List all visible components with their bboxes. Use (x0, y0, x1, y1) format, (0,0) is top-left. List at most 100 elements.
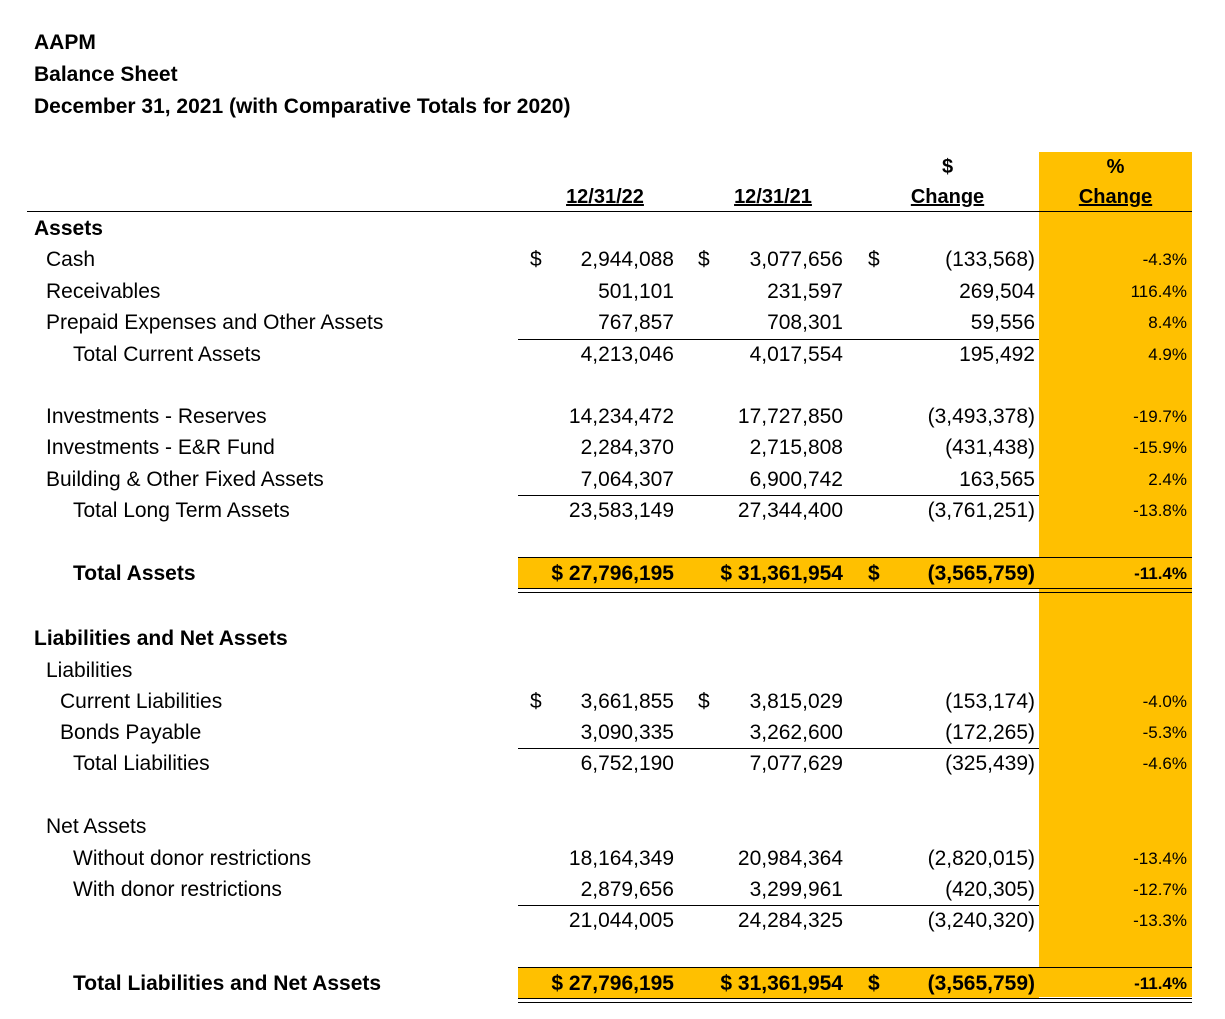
value-percent-change: -4.0% (1142, 692, 1187, 711)
value-1222: 3,090,335 (580, 721, 674, 744)
value-1221: 6,900,742 (749, 468, 843, 491)
section-assets: Assets (0, 213, 1225, 244)
value-1221: $ 31,361,954 (720, 972, 843, 995)
col-header-dollar-symbol: $ (941, 156, 954, 178)
value-dollar-change: (3,565,759) (927, 972, 1035, 995)
dollar-sign: $ (530, 248, 542, 271)
row-label: Total Liabilities (73, 752, 210, 775)
header-rule (27, 211, 1192, 212)
value-dollar-change: (133,568) (945, 248, 1035, 271)
report-subtitle: December 31, 2021 (with Comparative Tota… (34, 95, 571, 118)
row-building-fixed-assets: Building & Other Fixed Assets 7,064,307 … (0, 464, 1225, 495)
value-dollar-change: (3,493,378) (927, 405, 1035, 428)
dollar-sign: $ (868, 248, 880, 271)
value-percent-change: -13.8% (1133, 501, 1187, 520)
row-label: Prepaid Expenses and Other Assets (46, 311, 384, 334)
value-percent-change: -5.3% (1142, 723, 1187, 742)
section-label: Assets (34, 217, 103, 240)
row-investments-reserves: Investments - Reserves 14,234,472 17,727… (0, 401, 1225, 432)
row-total-liabilities: Total Liabilities 6,752,190 7,077,629 (3… (0, 748, 1225, 779)
section-label: Liabilities and Net Assets (34, 627, 288, 650)
value-1222: 2,944,088 (580, 248, 674, 271)
value-1222: 2,879,656 (580, 878, 674, 901)
value-1221: 24,284,325 (737, 909, 843, 932)
row-total-liab-net-assets: Total Liabilities and Net Assets $ 27,79… (0, 968, 1225, 999)
company-name: AAPM (34, 31, 96, 54)
value-percent-change: -19.7% (1133, 407, 1187, 426)
value-1222: 4,213,046 (580, 343, 674, 366)
value-1221: 3,262,600 (749, 721, 843, 744)
row-net-assets-total: 21,044,005 24,284,325 (3,240,320) -13.3% (0, 905, 1225, 936)
row-total-current-assets: Total Current Assets 4,213,046 4,017,554… (0, 339, 1225, 370)
value-1222: $ 27,796,195 (551, 972, 674, 995)
value-dollar-change: (3,761,251) (927, 499, 1035, 522)
value-percent-change: -12.7% (1133, 880, 1187, 899)
row-receivables: Receivables 501,101 231,597 269,504 116.… (0, 276, 1225, 307)
value-1222: 501,101 (598, 280, 674, 303)
value-percent-change: -11.4% (1134, 974, 1187, 993)
value-percent-change: -4.6% (1142, 754, 1187, 773)
value-dollar-change: (325,439) (945, 752, 1035, 775)
row-prepaid: Prepaid Expenses and Other Assets 767,85… (0, 307, 1225, 338)
value-1221: 17,727,850 (737, 405, 843, 428)
row-label: With donor restrictions (73, 878, 282, 901)
value-1221: 7,077,629 (749, 752, 843, 775)
value-dollar-change: (3,240,320) (927, 909, 1035, 932)
value-dollar-change: (3,565,759) (927, 562, 1035, 585)
value-percent-change: 8.4% (1148, 313, 1187, 332)
row-label: Investments - E&R Fund (46, 436, 275, 459)
value-1221: 3,299,961 (749, 878, 843, 901)
value-1222: 6,752,190 (580, 752, 674, 775)
row-total-long-term-assets: Total Long Term Assets 23,583,149 27,344… (0, 495, 1225, 526)
row-investments-er-fund: Investments - E&R Fund 2,284,370 2,715,8… (0, 432, 1225, 463)
value-1221: 3,815,029 (749, 690, 843, 713)
value-1222: 14,234,472 (568, 405, 674, 428)
value-1222: 18,164,349 (568, 847, 674, 870)
value-1221: 27,344,400 (737, 499, 843, 522)
value-dollar-change: 269,504 (959, 280, 1035, 303)
col-header-percent-symbol: % (1106, 156, 1125, 178)
value-1222: 23,583,149 (568, 499, 674, 522)
section-liab-net-assets: Liabilities and Net Assets (0, 623, 1225, 654)
value-1222: 3,661,855 (580, 690, 674, 713)
value-1222: 2,284,370 (580, 436, 674, 459)
value-dollar-change: 59,556 (970, 311, 1035, 334)
col-header-dollar-change: Change (910, 186, 985, 208)
report-title: Balance Sheet (34, 63, 178, 86)
row-label: Without donor restrictions (73, 847, 312, 870)
row-current-liabilities: Current Liabilities $ 3,661,855 $ 3,815,… (0, 686, 1225, 717)
row-bonds-payable: Bonds Payable 3,090,335 3,262,600 (172,2… (0, 717, 1225, 748)
value-1222: $ 27,796,195 (551, 562, 674, 585)
row-label: Cash (46, 248, 96, 271)
subsection-label: Net Assets (46, 815, 147, 838)
value-1222: 767,857 (598, 311, 674, 334)
value-1221: 708,301 (767, 311, 843, 334)
value-dollar-change: (172,265) (945, 721, 1035, 744)
col-header-1222: 12/31/22 (566, 186, 644, 208)
row-label: Building & Other Fixed Assets (46, 468, 324, 491)
value-1221: 4,017,554 (749, 343, 843, 366)
value-1221: 20,984,364 (737, 847, 843, 870)
col-header-percent-change: Change (1078, 186, 1153, 208)
total-double-rule (518, 588, 1192, 593)
value-1221: 3,077,656 (749, 248, 843, 271)
dollar-sign: $ (868, 562, 880, 585)
value-dollar-change: (2,820,015) (927, 847, 1035, 870)
col-header-1221: 12/31/21 (734, 186, 812, 208)
row-label: Total Assets (73, 562, 196, 585)
dollar-sign: $ (698, 690, 710, 713)
row-label: Total Current Assets (73, 343, 261, 366)
value-1221: $ 31,361,954 (720, 562, 843, 585)
value-1221: 2,715,808 (749, 436, 843, 459)
value-percent-change: 4.9% (1148, 345, 1187, 364)
value-1221: 231,597 (767, 280, 843, 303)
row-with-donor-restrictions: With donor restrictions 2,879,656 3,299,… (0, 874, 1225, 905)
dollar-sign: $ (530, 690, 542, 713)
value-percent-change: 116.4% (1130, 282, 1187, 301)
value-dollar-change: 195,492 (959, 343, 1035, 366)
row-label: Total Long Term Assets (73, 499, 290, 522)
value-1222: 21,044,005 (568, 909, 674, 932)
dollar-sign: $ (698, 248, 710, 271)
value-percent-change: -15.9% (1133, 438, 1187, 457)
value-percent-change: -4.3% (1142, 250, 1187, 269)
